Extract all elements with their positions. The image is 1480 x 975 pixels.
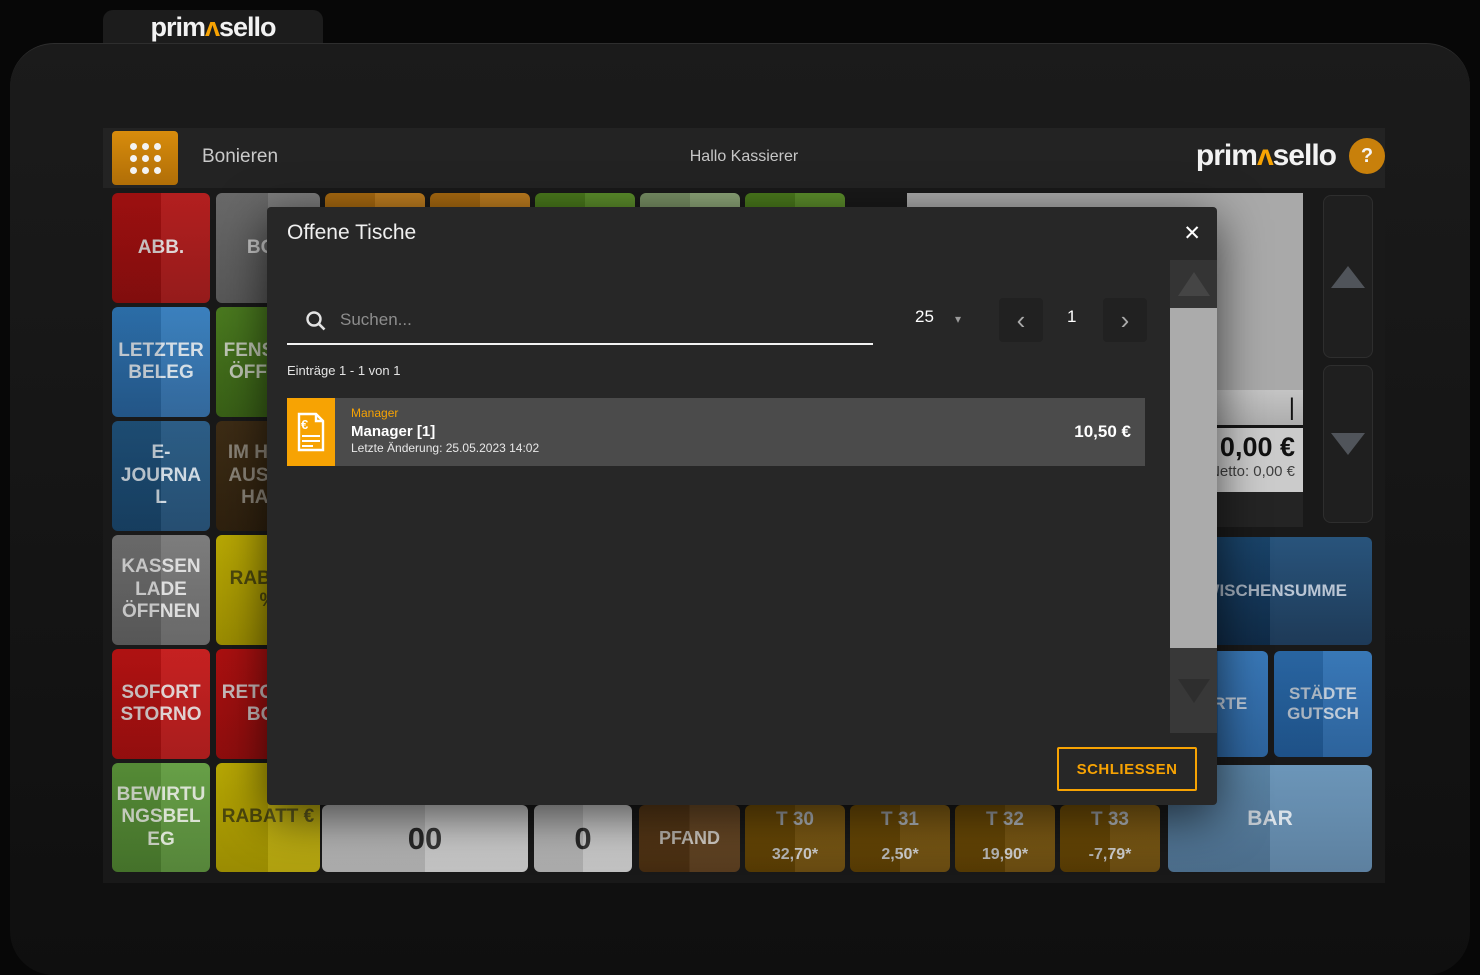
cashier-greeting: Hallo Kassierer — [103, 148, 1385, 166]
sidebar-button-bewirtungsbeleg[interactable]: BEWIRTUNGSBELEG — [112, 763, 210, 872]
table-amount: 2,50* — [881, 846, 918, 864]
receipt-euro-icon: € — [287, 398, 335, 466]
help-button[interactable]: ? — [1349, 138, 1385, 174]
app-tab[interactable]: primʌsello — [103, 10, 323, 45]
item-modified: Letzte Änderung: 25.05.2023 14:02 — [351, 441, 1074, 457]
close-icon[interactable]: ✕ — [1183, 221, 1201, 246]
svg-text:€: € — [301, 417, 308, 432]
receipt-scroll-up-button[interactable] — [1323, 195, 1373, 358]
table-name: T 33 — [1091, 809, 1129, 831]
text-cursor: | — [1289, 394, 1295, 422]
primasello-logo: primʌsello — [1196, 139, 1336, 173]
list-item-text: Manager Manager [1] Letzte Änderung: 25.… — [335, 398, 1074, 466]
table-name: T 31 — [881, 809, 919, 831]
table-button-t30[interactable]: T 30 32,70* — [745, 805, 845, 872]
pfand-button[interactable]: PFAND — [639, 805, 740, 872]
table-amount: 32,70* — [772, 846, 818, 864]
staedte-gutsch-button[interactable]: STÄDTE GUTSCH — [1274, 651, 1372, 757]
sidebar-button-kassenlade-oeffnen[interactable]: KASSENLADE ÖFFNEN — [112, 535, 210, 645]
primasello-logo: primʌsello — [150, 12, 275, 43]
open-table-list-item[interactable]: € Manager Manager [1] Letzte Änderung: 2… — [287, 398, 1145, 466]
arrow-up-icon — [1178, 272, 1210, 296]
prev-page-button[interactable]: ‹ — [999, 298, 1043, 342]
table-amount: -7,79* — [1089, 846, 1132, 864]
item-name: Manager [1] — [351, 422, 1074, 442]
table-name: T 30 — [776, 809, 814, 831]
modal-scrollbar-track[interactable] — [1170, 308, 1217, 648]
next-page-button[interactable]: › — [1103, 298, 1147, 342]
item-amount: 10,50 € — [1074, 422, 1131, 442]
table-amount: 19,90* — [982, 846, 1028, 864]
numpad-double-zero-button[interactable]: 00 — [322, 805, 528, 872]
offene-tische-modal: Offene Tische ✕ 25 ▾ ‹ 1 › Einträge 1 - … — [267, 207, 1217, 805]
current-page: 1 — [1067, 307, 1076, 327]
modal-scroll-up-button[interactable] — [1170, 260, 1217, 308]
table-button-t33[interactable]: T 33 -7,79* — [1060, 805, 1160, 872]
entries-info: Einträge 1 - 1 von 1 — [287, 363, 400, 378]
search-underline — [287, 343, 873, 345]
sidebar-button-e-journal[interactable]: E-JOURNAL — [112, 421, 210, 531]
table-name: T 32 — [986, 809, 1024, 831]
modal-scroll-down-button[interactable] — [1170, 648, 1217, 733]
page-size-value[interactable]: 25 — [915, 307, 934, 327]
modal-title: Offene Tische — [287, 221, 416, 245]
table-button-t31[interactable]: T 31 2,50* — [850, 805, 950, 872]
sidebar-button-sofort-storno[interactable]: SOFORT STORNO — [112, 649, 210, 759]
search-input[interactable] — [340, 305, 840, 335]
sidebar-button-letzter-beleg[interactable]: LETZTER BELEG — [112, 307, 210, 417]
chevron-down-icon[interactable]: ▾ — [955, 312, 961, 326]
chevron-right-icon: › — [1121, 305, 1130, 336]
arrow-up-icon — [1331, 266, 1365, 288]
search-icon — [305, 310, 327, 337]
numpad-zero-button[interactable]: 0 — [534, 805, 632, 872]
sidebar-button-abb[interactable]: ABB. — [112, 193, 210, 303]
receipt-scroll-down-button[interactable] — [1323, 365, 1373, 523]
chevron-left-icon: ‹ — [1017, 305, 1026, 336]
arrow-down-icon — [1178, 679, 1210, 703]
item-category: Manager — [351, 406, 1074, 422]
table-button-t32[interactable]: T 32 19,90* — [955, 805, 1055, 872]
arrow-down-icon — [1331, 433, 1365, 455]
schliessen-button[interactable]: SCHLIESSEN — [1057, 747, 1197, 791]
